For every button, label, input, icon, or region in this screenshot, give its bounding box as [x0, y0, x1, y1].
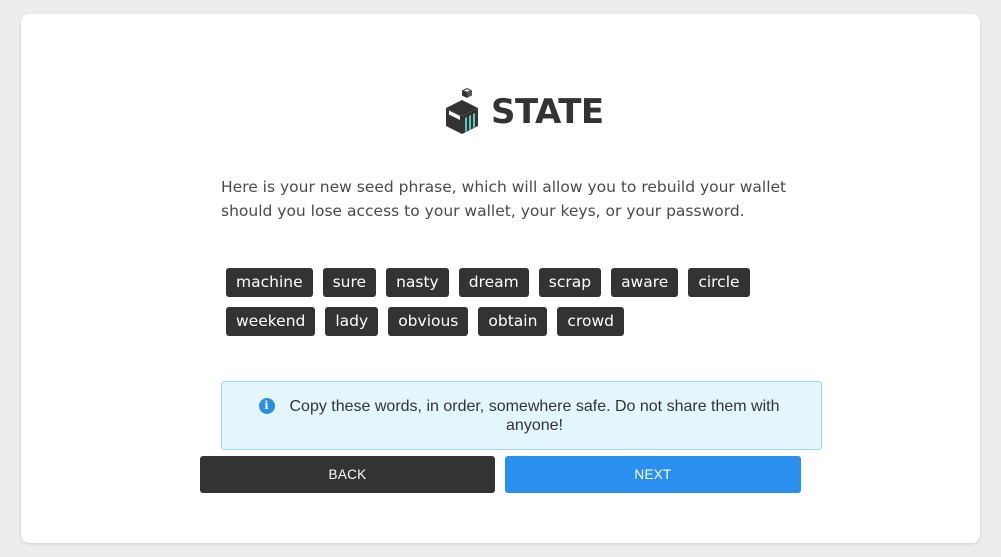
- next-button[interactable]: NEXT: [505, 456, 801, 493]
- seed-word: nasty: [386, 268, 449, 297]
- info-notice: i Copy these words, in order, somewhere …: [221, 381, 822, 450]
- seed-word: crowd: [557, 307, 624, 336]
- brand-name: STATE: [491, 92, 604, 132]
- seed-word: dream: [458, 268, 529, 297]
- setup-card: STATE Here is your new seed phrase, whic…: [21, 14, 980, 543]
- notice-text: Copy these words, in order, somewhere sa…: [289, 397, 780, 434]
- seed-word: scrap: [538, 268, 602, 297]
- seed-word: aware: [611, 268, 679, 297]
- logo: STATE: [446, 87, 604, 135]
- info-icon: i: [258, 397, 275, 414]
- seed-word: obvious: [388, 307, 469, 336]
- seed-word: weekend: [226, 307, 316, 336]
- seed-word: obtain: [478, 307, 548, 336]
- intro-text: Here is your new seed phrase, which will…: [221, 178, 787, 220]
- seed-word: machine: [226, 268, 313, 297]
- cube-logo-icon: [446, 87, 482, 135]
- seed-word: sure: [322, 268, 377, 297]
- seed-word: lady: [325, 307, 379, 336]
- back-button[interactable]: BACK: [200, 456, 495, 493]
- seed-phrase-list: machine sure nasty dream scrap aware circle wee…: [221, 263, 821, 341]
- seed-word: circle: [688, 268, 750, 297]
